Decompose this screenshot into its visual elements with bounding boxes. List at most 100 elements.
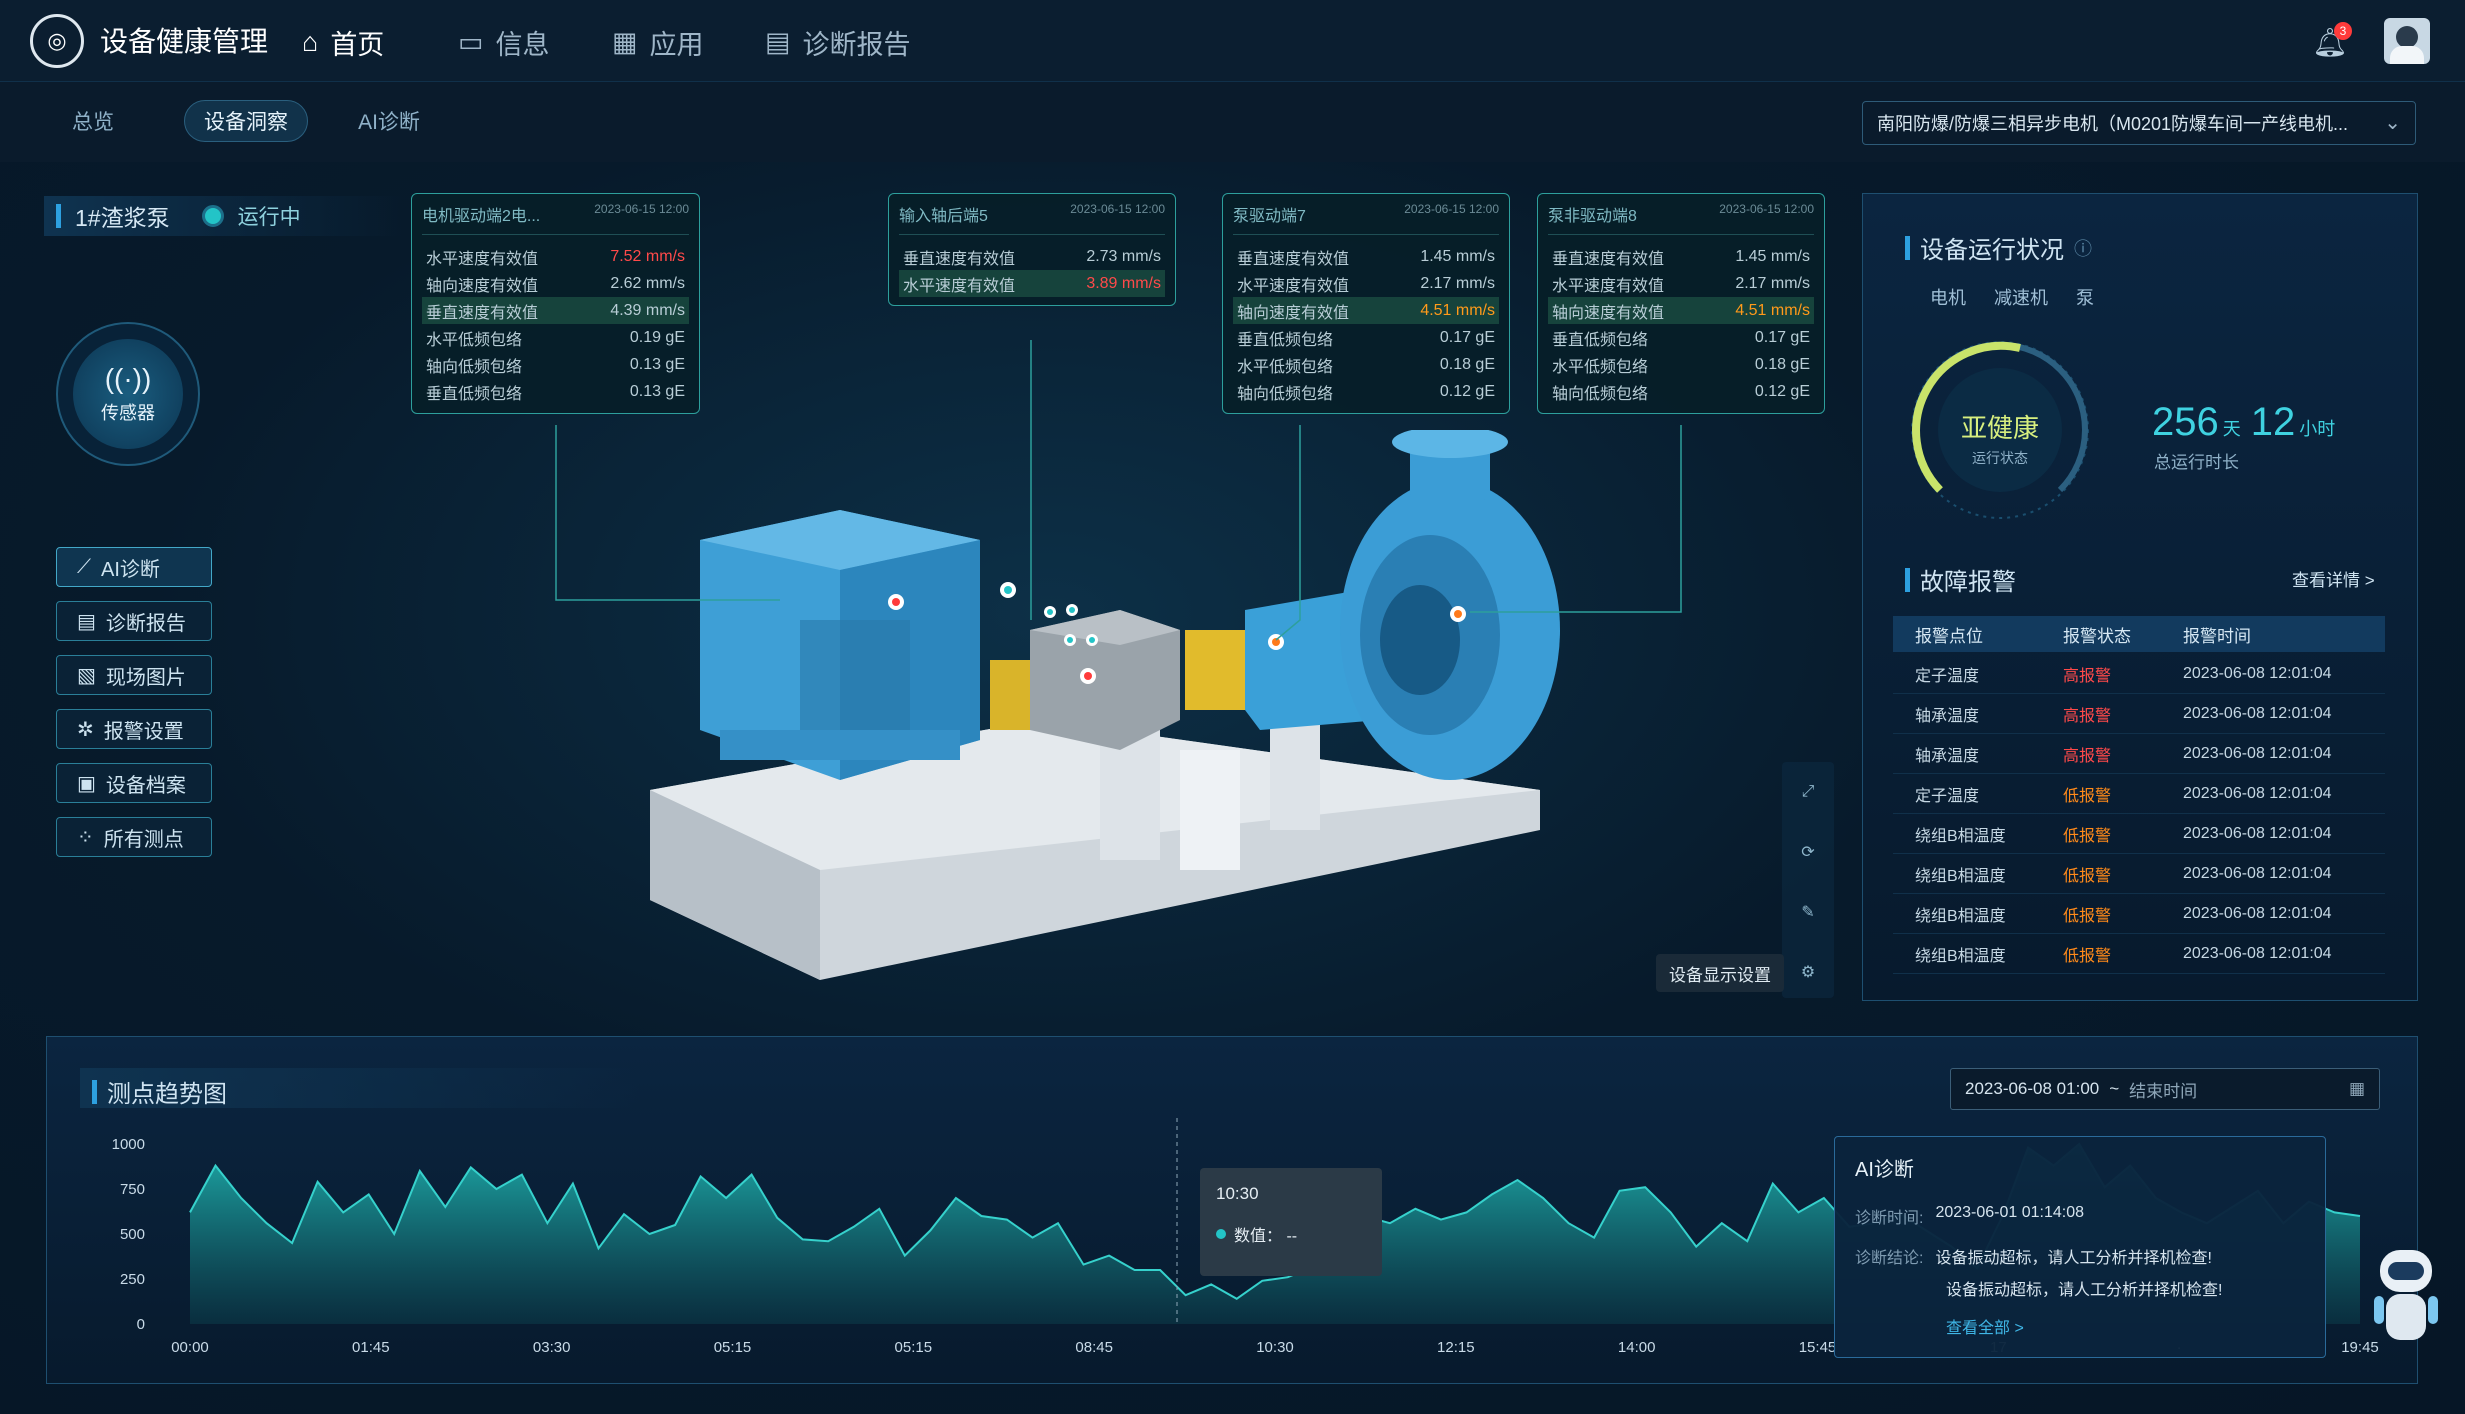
box-title: 泵驱动端7 bbox=[1233, 208, 1306, 225]
alarm-time: 2023-06-08 12:01:04 bbox=[2183, 664, 2332, 682]
alarm-point: 轴承温度 bbox=[1915, 707, 1980, 725]
date-range-picker[interactable]: 2023-06-08 01:00 ~ 结束时间 ▦ bbox=[1950, 1068, 2380, 1110]
measure-row: 垂直低频包络 0.17 gE bbox=[1237, 328, 1495, 349]
measure-row: 垂直速度有效值 1.45 mm/s bbox=[1552, 247, 1810, 268]
alarm-table-header: 报警点位 报警状态 报警时间 bbox=[1893, 616, 2385, 652]
settings-gear-icon[interactable]: ⚙ bbox=[1786, 950, 1830, 994]
measure-row: 垂直低频包络 0.17 gE bbox=[1552, 328, 1810, 349]
ai-result-label: 诊断结论: bbox=[1855, 1250, 1924, 1267]
measure-row: 轴向速度有效值 2.62 mm/s bbox=[426, 274, 685, 295]
alarm-row[interactable]: 轴承温度 高报警 2023-06-08 12:01:04 bbox=[1893, 734, 2385, 774]
measure-row: 轴向速度有效值 4.51 mm/s bbox=[1548, 297, 1814, 324]
measure-row: 轴向低频包络 0.12 gE bbox=[1237, 382, 1495, 403]
tooltip-value: 数值： -- bbox=[1216, 1222, 1366, 1246]
box-time: 2023-06-15 12:00 bbox=[1719, 202, 1814, 216]
alarm-state: 高报警 bbox=[2063, 747, 2112, 765]
alarm-more-link[interactable]: 查看详情 > bbox=[2292, 566, 2375, 591]
ai-time: 2023-06-01 01:14:08 bbox=[1935, 1204, 2085, 1221]
tab-pump[interactable]: 泵 bbox=[2076, 284, 2094, 310]
alarm-row[interactable]: 绕组B相温度 低报警 2023-06-08 12:01:04 bbox=[1893, 814, 2385, 854]
x-tick-label: 05:15 bbox=[714, 1339, 752, 1356]
measure-row: 轴向低频包络 0.13 gE bbox=[426, 355, 685, 376]
x-tick-label: 00:00 bbox=[171, 1339, 209, 1356]
alarm-row[interactable]: 轴承温度 高报警 2023-06-08 12:01:04 bbox=[1893, 694, 2385, 734]
alarm-state: 低报警 bbox=[2063, 787, 2112, 805]
x-tick-label: 15:45 bbox=[1799, 1339, 1837, 1356]
alarm-state: 低报警 bbox=[2063, 867, 2112, 885]
ai-time-label: 诊断时间: bbox=[1855, 1210, 1924, 1227]
measure-row: 垂直速度有效值 4.39 mm/s bbox=[422, 297, 689, 324]
x-tick-label: 05:15 bbox=[895, 1339, 933, 1356]
ai-result-2: 设备振动超标，请人工分析并择机检查! bbox=[1946, 1282, 2223, 1299]
runtime-label: 总运行时长 bbox=[2154, 453, 2239, 472]
date-sep: ~ bbox=[2109, 1079, 2120, 1098]
box-time: 2023-06-15 12:00 bbox=[1070, 202, 1165, 216]
edit-pencil-icon[interactable]: ✎ bbox=[1786, 890, 1830, 934]
ai-result-1: 设备振动超标，请人工分析并择机检查! bbox=[1935, 1250, 2212, 1267]
alarm-state: 高报警 bbox=[2063, 707, 2112, 725]
ai-card-title: AI诊断 bbox=[1855, 1159, 1914, 1181]
alarm-point: 定子温度 bbox=[1915, 787, 1980, 805]
measure-row: 水平低频包络 0.19 gE bbox=[426, 328, 685, 349]
ai-view-all-link[interactable]: 查看全部 > bbox=[1946, 1314, 2305, 1338]
x-tick-label: 08:45 bbox=[1075, 1339, 1113, 1356]
measure-row: 轴向低频包络 0.12 gE bbox=[1552, 382, 1810, 403]
box-time: 2023-06-15 12:00 bbox=[594, 202, 689, 216]
alarm-row[interactable]: 绕组B相温度 低报警 2023-06-08 12:01:04 bbox=[1893, 854, 2385, 894]
measure-box-pump-drive[interactable]: 泵驱动端7 2023-06-15 12:00 垂直速度有效值 1.45 mm/s 水… bbox=[1222, 193, 1510, 414]
y-tick-label: 750 bbox=[120, 1181, 145, 1198]
end-date-placeholder: 结束时间 bbox=[2129, 1081, 2198, 1101]
measure-row: 垂直低频包络 0.13 gE bbox=[426, 382, 685, 403]
alarm-time: 2023-06-08 12:01:04 bbox=[2183, 944, 2332, 962]
alarm-point: 绕组B相温度 bbox=[1915, 947, 2006, 965]
chart-tooltip: 10:30 数值： -- bbox=[1200, 1168, 1382, 1276]
box-title: 泵非驱动端8 bbox=[1548, 208, 1637, 225]
alarm-state: 低报警 bbox=[2063, 827, 2112, 845]
x-tick-label: 10:30 bbox=[1256, 1339, 1294, 1356]
tooltip-time: 10:30 bbox=[1216, 1184, 1259, 1203]
measure-row: 水平速度有效值 7.52 mm/s bbox=[426, 247, 685, 268]
rotate-3d-icon[interactable]: ⟳ bbox=[1786, 830, 1830, 874]
measure-row: 水平速度有效值 2.17 mm/s bbox=[1237, 274, 1495, 295]
alarm-point: 绕组B相温度 bbox=[1915, 827, 2006, 845]
trend-title: 测点趋势图 bbox=[92, 1074, 227, 1109]
x-tick-label: 01:45 bbox=[352, 1339, 390, 1356]
alarm-point: 绕组B相温度 bbox=[1915, 907, 2006, 925]
alarm-title: 故障报警 bbox=[1905, 562, 2016, 597]
health-sub: 运行状态 bbox=[1972, 450, 2028, 466]
display-settings-tooltip: 设备显示设置 bbox=[1656, 954, 1784, 992]
measure-row: 垂直速度有效值 2.73 mm/s bbox=[903, 247, 1161, 268]
status-title: 设备运行状况 ⓘ bbox=[1905, 230, 2092, 265]
alarm-time: 2023-06-08 12:01:04 bbox=[2183, 704, 2332, 722]
measure-row: 水平速度有效值 3.89 mm/s bbox=[899, 270, 1165, 297]
alarm-row[interactable]: 定子温度 低报警 2023-06-08 12:01:04 bbox=[1893, 774, 2385, 814]
alarm-row[interactable]: 绕组B相温度 低报警 2023-06-08 12:01:04 bbox=[1893, 934, 2385, 974]
robot-assistant-icon[interactable] bbox=[2368, 1250, 2444, 1350]
measure-row: 垂直速度有效值 1.45 mm/s bbox=[1237, 247, 1495, 268]
fullscreen-icon[interactable]: ⤢ bbox=[1786, 770, 1830, 814]
x-tick-label: 03:30 bbox=[533, 1339, 571, 1356]
measure-row: 水平速度有效值 2.17 mm/s bbox=[1552, 274, 1810, 295]
health-status: 亚健康 bbox=[1960, 413, 2039, 443]
y-tick-label: 0 bbox=[137, 1316, 145, 1333]
alarm-point: 定子温度 bbox=[1915, 667, 1980, 685]
tab-motor[interactable]: 电机 bbox=[1930, 284, 1966, 310]
box-title: 输入轴后端5 bbox=[899, 208, 988, 225]
measure-box-pump-nondrive[interactable]: 泵非驱动端8 2023-06-15 12:00 垂直速度有效值 1.45 mm/s … bbox=[1537, 193, 1825, 414]
measure-box-input-shaft[interactable]: 输入轴后端5 2023-06-15 12:00 垂直速度有效值 2.73 mm/s … bbox=[888, 193, 1176, 306]
y-tick-label: 1000 bbox=[112, 1136, 145, 1153]
alarm-time: 2023-06-08 12:01:04 bbox=[2183, 824, 2332, 842]
y-tick-label: 250 bbox=[120, 1271, 145, 1288]
box-title: 电机驱动端2电... bbox=[422, 208, 541, 225]
alarm-time: 2023-06-08 12:01:04 bbox=[2183, 904, 2332, 922]
tab-reducer[interactable]: 减速机 bbox=[1994, 284, 2048, 310]
measure-box-motor-drive[interactable]: 电机驱动端2电... 2023-06-15 12:00 水平速度有效值 7.52 m… bbox=[411, 193, 700, 414]
alarm-row[interactable]: 绕组B相温度 低报警 2023-06-08 12:01:04 bbox=[1893, 894, 2385, 934]
box-time: 2023-06-15 12:00 bbox=[1404, 202, 1499, 216]
alarm-state: 低报警 bbox=[2063, 947, 2112, 965]
alarm-row[interactable]: 定子温度 高报警 2023-06-08 12:01:04 bbox=[1893, 654, 2385, 694]
measure-row: 水平低频包络 0.18 gE bbox=[1237, 355, 1495, 376]
ai-diagnosis-card: AI诊断 诊断时间: 2023-06-01 01:14:08 诊断结论: 设备振动超… bbox=[1834, 1136, 2326, 1358]
alarm-state: 低报警 bbox=[2063, 907, 2112, 925]
alarm-point: 轴承温度 bbox=[1915, 747, 1980, 765]
